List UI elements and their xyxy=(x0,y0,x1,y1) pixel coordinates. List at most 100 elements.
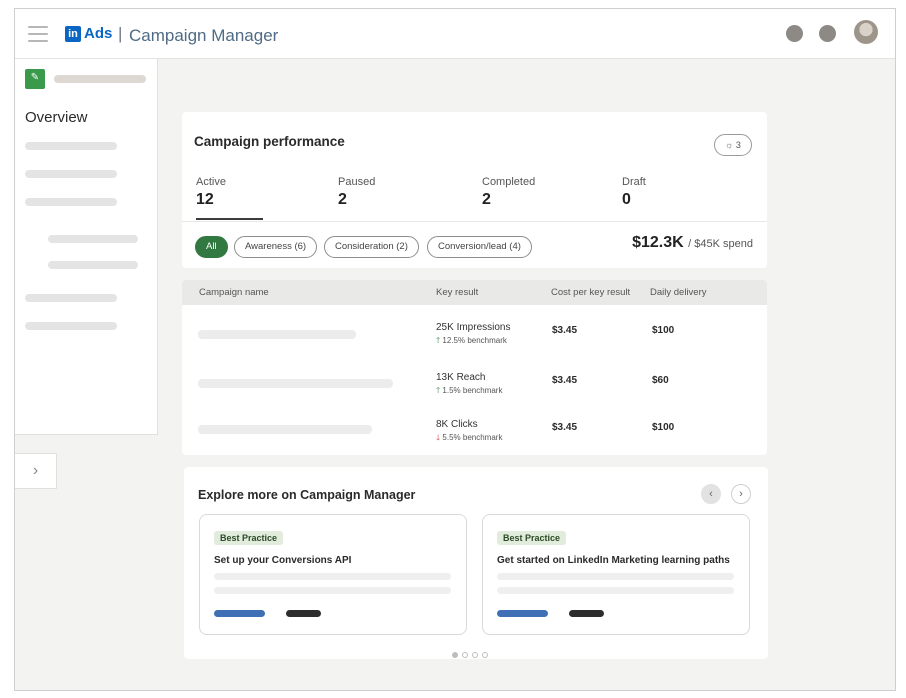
avatar[interactable] xyxy=(854,20,878,44)
tile-text-placeholder xyxy=(497,573,734,580)
cost-per-key-result: $3.45 xyxy=(552,375,578,386)
app-title: Campaign Manager xyxy=(129,26,279,45)
daily-delivery: $100 xyxy=(652,325,675,336)
table-row[interactable]: 8K Clicks 🡓 5.5% benchmark $3.45 $100 xyxy=(182,419,767,455)
campaign-performance-card: Campaign performance ☼ 3 Active 12 Pause… xyxy=(182,112,767,268)
best-practice-badge: Best Practice xyxy=(214,531,284,545)
account-icon[interactable]: ✎ xyxy=(25,69,45,89)
chevron-right-icon: › xyxy=(32,462,39,479)
status-tab-active[interactable]: Active 12 xyxy=(196,176,226,209)
status-tab-draft[interactable]: Draft 0 xyxy=(622,176,646,209)
carousel-dot[interactable] xyxy=(472,652,478,658)
spend-summary: $12.3K / $45K spend xyxy=(632,234,753,252)
stat-label: Draft xyxy=(622,176,646,188)
stat-label: Completed xyxy=(482,176,536,188)
column-header[interactable]: Daily delivery xyxy=(650,287,707,298)
insights-button[interactable]: ☼ 3 xyxy=(714,134,752,156)
campaign-name-placeholder[interactable] xyxy=(198,330,356,339)
key-result: 8K Clicks 🡓 5.5% benchmark xyxy=(436,419,502,446)
explore-tile[interactable]: Best Practice Get started on LinkedIn Ma… xyxy=(482,514,750,635)
campaign-name-placeholder[interactable] xyxy=(198,425,372,434)
sidebar-subitem-placeholder[interactable] xyxy=(48,261,138,269)
column-header[interactable]: Key result xyxy=(436,287,478,298)
key-result: 25K Impressions 🡑 12.5% benchmark xyxy=(436,322,510,349)
benchmark-text: 5.5% benchmark xyxy=(442,433,503,442)
filter-consideration[interactable]: Consideration (2) xyxy=(324,236,419,258)
filter-awareness[interactable]: Awareness (6) xyxy=(234,236,318,258)
tile-text-placeholder xyxy=(497,587,734,594)
status-tab-completed[interactable]: Completed 2 xyxy=(482,176,535,209)
stat-label: Paused xyxy=(338,176,376,188)
explore-card: Explore more on Campaign Manager ‹ › Bes… xyxy=(184,467,768,659)
carousel-dot[interactable] xyxy=(462,652,468,658)
filter-all[interactable]: All xyxy=(195,236,228,258)
stat-value: 2 xyxy=(338,191,347,208)
divider xyxy=(182,221,767,222)
tile-title: Get started on LinkedIn Marketing learni… xyxy=(497,555,730,566)
sidebar-item-placeholder[interactable] xyxy=(25,170,117,178)
insights-count: 3 xyxy=(735,140,741,150)
sidebar-expand-button[interactable]: › xyxy=(15,453,57,489)
sidebar-item-placeholder[interactable] xyxy=(25,142,117,150)
key-result-value: 13K Reach xyxy=(436,372,486,383)
carousel-next-button[interactable]: › xyxy=(731,484,751,504)
top-bar: in Ads | Campaign Manager xyxy=(15,9,895,59)
stat-value: 2 xyxy=(482,191,491,208)
table-row[interactable]: 25K Impressions 🡑 12.5% benchmark $3.45 … xyxy=(182,322,767,372)
spend-total: / $45K spend xyxy=(688,238,753,250)
table-row[interactable]: 13K Reach 🡑 1.5% benchmark $3.45 $60 xyxy=(182,372,767,422)
stat-label: Active xyxy=(196,176,226,188)
menu-icon[interactable] xyxy=(28,26,48,42)
sidebar-item-placeholder[interactable] xyxy=(25,198,117,206)
benchmark-text: 12.5% benchmark xyxy=(442,336,507,345)
secondary-action-button[interactable] xyxy=(286,610,321,617)
account-name-placeholder[interactable] xyxy=(54,75,146,83)
carousel-dot[interactable] xyxy=(452,652,458,658)
sidebar-subitem-placeholder[interactable] xyxy=(48,235,138,243)
key-result: 13K Reach 🡑 1.5% benchmark xyxy=(436,372,502,399)
apps-icon[interactable] xyxy=(819,25,836,42)
key-result-value: 25K Impressions xyxy=(436,322,511,333)
card-title: Campaign performance xyxy=(194,134,345,149)
key-result-value: 8K Clicks xyxy=(436,419,478,430)
carousel-dots xyxy=(452,645,492,663)
carousel-prev-button[interactable]: ‹ xyxy=(701,484,721,504)
spend-value: $12.3K xyxy=(632,234,684,251)
tile-text-placeholder xyxy=(214,573,451,580)
sidebar: ✎ Overview xyxy=(15,59,158,435)
cost-per-key-result: $3.45 xyxy=(552,422,578,433)
sidebar-item-placeholder[interactable] xyxy=(25,294,117,302)
carousel-dot[interactable] xyxy=(482,652,488,658)
stat-value: 12 xyxy=(196,191,214,208)
explore-tile[interactable]: Best Practice Set up your Conversions AP… xyxy=(199,514,467,635)
stat-value: 0 xyxy=(622,191,631,208)
campaign-table: Campaign name Key result Cost per key re… xyxy=(182,280,767,455)
column-header[interactable]: Campaign name xyxy=(199,287,269,298)
primary-action-button[interactable] xyxy=(497,610,548,617)
logo-separator: | xyxy=(118,24,123,43)
cost-per-key-result: $3.45 xyxy=(552,325,578,336)
primary-action-button[interactable] xyxy=(214,610,265,617)
column-header[interactable]: Cost per key result xyxy=(551,287,630,298)
best-practice-badge: Best Practice xyxy=(497,531,567,545)
benchmark: 🡑 12.5% benchmark xyxy=(436,335,510,349)
filter-conversion-lead[interactable]: Conversion/lead (4) xyxy=(427,236,532,258)
sidebar-item-overview[interactable]: Overview xyxy=(25,109,88,126)
campaign-name-placeholder[interactable] xyxy=(198,379,393,388)
secondary-action-button[interactable] xyxy=(569,610,604,617)
status-tab-paused[interactable]: Paused 2 xyxy=(338,176,375,209)
tile-title: Set up your Conversions API xyxy=(214,555,352,566)
daily-delivery: $60 xyxy=(652,375,669,386)
lightbulb-icon: ☼ xyxy=(725,140,734,150)
explore-title: Explore more on Campaign Manager xyxy=(198,488,416,502)
arrow-up-icon: 🡑 xyxy=(436,386,441,395)
logo-ads-text: Ads xyxy=(84,25,113,42)
sidebar-item-placeholder[interactable] xyxy=(25,322,117,330)
notification-icon[interactable] xyxy=(786,25,803,42)
benchmark: 🡓 5.5% benchmark xyxy=(436,432,502,446)
arrow-down-icon: 🡓 xyxy=(436,433,441,442)
chevron-left-icon: ‹ xyxy=(709,488,713,500)
daily-delivery: $100 xyxy=(652,422,675,433)
benchmark: 🡑 1.5% benchmark xyxy=(436,385,502,399)
linkedin-logo-icon: in xyxy=(65,26,81,42)
